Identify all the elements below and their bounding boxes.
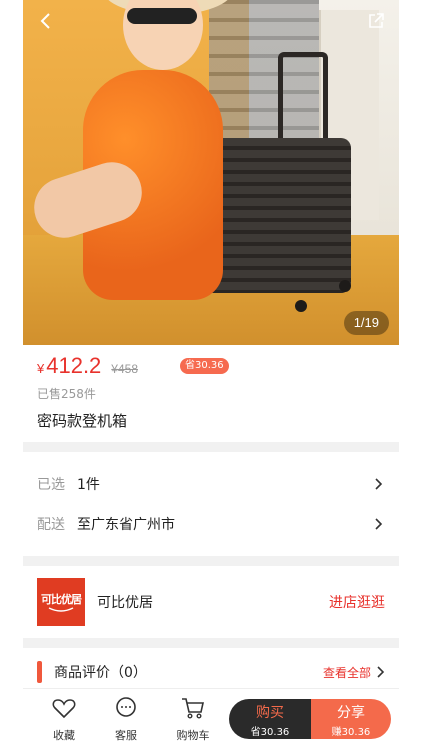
buy-button[interactable]: 购买 省30.36	[229, 699, 311, 739]
cart-tab[interactable]: 购物车	[167, 695, 219, 743]
store-logo[interactable]: 可比优居	[37, 578, 85, 626]
cart-label: 购物车	[176, 729, 210, 742]
chevron-right-icon	[375, 518, 383, 530]
smile-curve-icon	[48, 607, 74, 612]
original-price: ¥458	[111, 362, 138, 376]
suitcase-wheel	[295, 300, 307, 312]
product-title: 密码款登机箱	[37, 412, 128, 430]
section-divider	[23, 556, 399, 566]
section-divider	[23, 442, 399, 452]
sold-count: 已售258件	[37, 387, 96, 401]
selected-spec-row[interactable]: 已选 1件	[37, 469, 385, 499]
store-logo-text: 可比优居	[41, 594, 82, 606]
reviews-title: 商品评价（0）	[54, 665, 147, 681]
suitcase-handle	[278, 52, 328, 142]
shopping-cart-icon	[182, 698, 204, 719]
model-sunglasses	[127, 8, 197, 24]
view-all-reviews-link[interactable]: 查看全部	[323, 664, 385, 681]
shipping-value: 至广东省广州市	[77, 517, 175, 533]
image-counter: 1/19	[343, 311, 389, 335]
reviews-header: 商品评价（0） 查看全部	[37, 659, 385, 685]
service-label: 客服	[115, 729, 137, 742]
service-tab[interactable]: 客服	[100, 695, 152, 743]
store-row: 可比优居 可比优居 进店逛逛	[37, 577, 385, 627]
section-divider	[23, 638, 399, 648]
buy-label: 购买	[256, 705, 284, 721]
heart-icon	[52, 699, 76, 719]
enter-store-link[interactable]: 进店逛逛	[329, 592, 385, 612]
external-share-button[interactable]	[359, 4, 393, 38]
share-earnings: 赚30.36	[331, 727, 371, 738]
suitcase-wheel	[339, 280, 351, 292]
chevron-right-icon	[377, 666, 385, 678]
price-row: ¥ 412.2 ¥458	[37, 353, 138, 379]
store-name: 可比优居	[97, 595, 153, 611]
back-button[interactable]	[29, 4, 63, 38]
favorite-tab[interactable]: 收藏	[38, 695, 90, 743]
product-image-gallery[interactable]: 1/19	[23, 0, 399, 345]
product-page: 1/19 ¥ 412.2 ¥458 省30.36 已售258件 密码款登机箱 已…	[23, 0, 399, 750]
currency-symbol: ¥	[37, 361, 45, 376]
shipping-label: 配送	[37, 517, 65, 533]
selected-label: 已选	[37, 477, 65, 493]
view-all-label: 查看全部	[322, 665, 371, 680]
chevron-right-icon	[375, 478, 383, 490]
bottom-action-bar: 收藏 客服 购物车 购买 省30.36 分享 赚30.36	[23, 688, 399, 750]
savings-badge: 省30.36	[180, 358, 229, 374]
chat-bubble-icon	[116, 697, 136, 717]
buy-savings: 省30.36	[250, 727, 290, 738]
shipping-row[interactable]: 配送 至广东省广州市	[37, 509, 385, 539]
selected-value: 1件	[77, 477, 100, 493]
chevron-left-icon	[40, 13, 50, 29]
favorite-label: 收藏	[53, 729, 75, 742]
share-button[interactable]: 分享 赚30.36	[311, 699, 391, 739]
share-label: 分享	[337, 705, 365, 721]
share-out-icon	[369, 13, 384, 28]
current-price: 412.2	[46, 353, 102, 378]
suitcase-image	[201, 138, 351, 293]
section-accent-bar	[37, 661, 42, 683]
